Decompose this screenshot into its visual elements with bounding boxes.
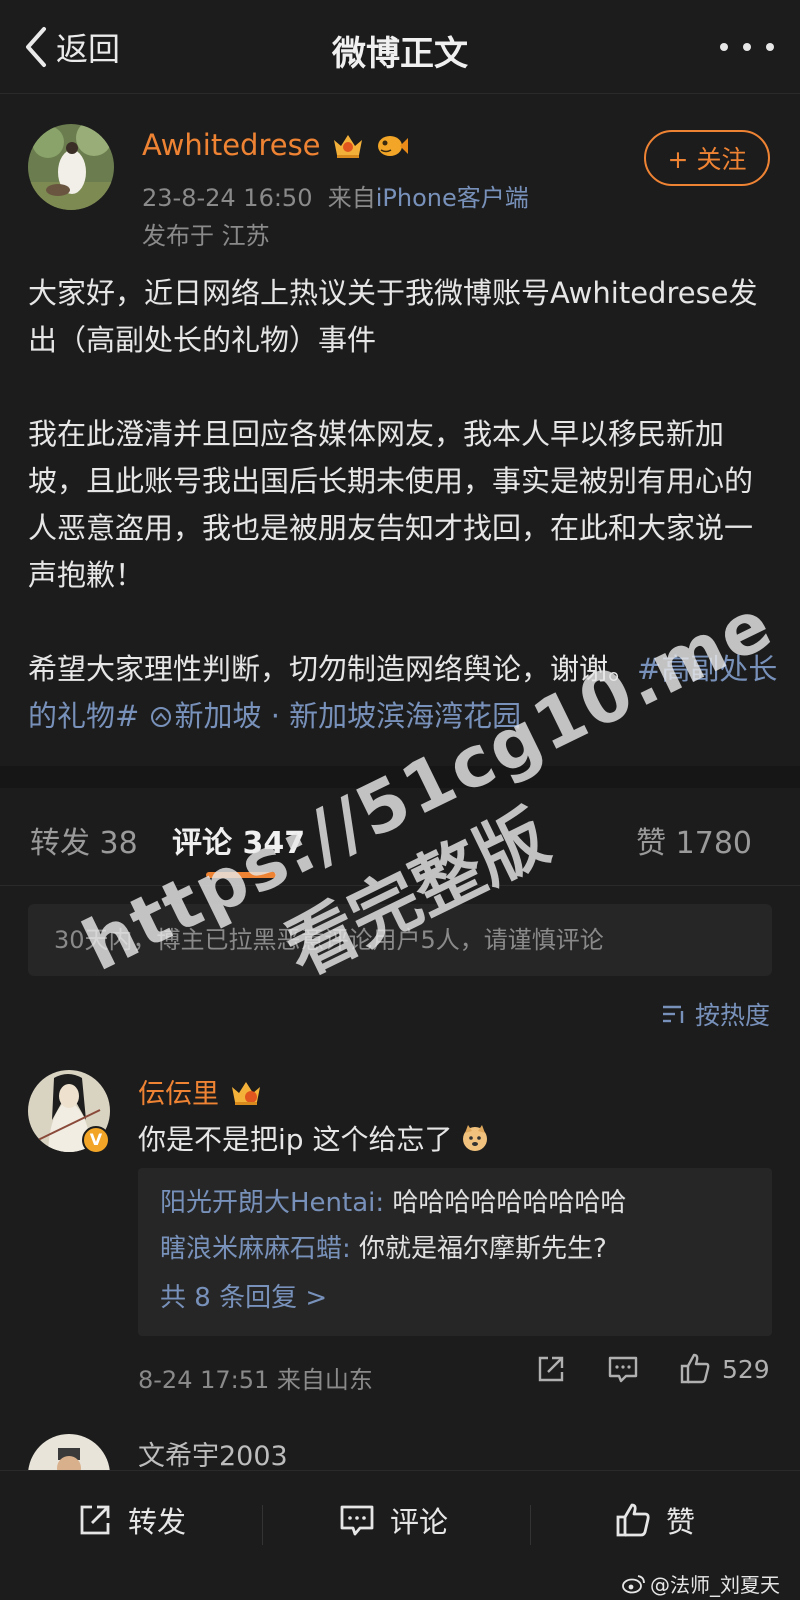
follow-button[interactable]: + 关注: [644, 130, 770, 186]
tab-repost[interactable]: 转发 38: [30, 818, 138, 862]
tab-like[interactable]: 赞 1780: [636, 818, 752, 862]
avatar-image: [28, 124, 114, 210]
doge-emoji-icon: [463, 1125, 488, 1151]
post-location: 发布于 江苏: [142, 222, 270, 250]
paragraph-text: 希望大家理性判断，切勿制造网络舆论，谢谢。: [28, 652, 638, 686]
comment-username[interactable]: 伝伝里: [138, 1072, 263, 1111]
comment-section: 30天内，博主已拉黑恶意评论用户5人，请谨慎评论 按热度 V 伝伝里 你是不是把…: [0, 886, 800, 1470]
post-paragraph: 我在此澄清并且回应各媒体网友，我本人早以移民新加坡，且此账号我出国后长期未使用，…: [28, 417, 754, 592]
sort-label: 按热度: [694, 1001, 770, 1030]
weibo-logo-icon: [622, 1574, 645, 1593]
verified-badge-icon: V: [82, 1126, 110, 1154]
fish-badge-icon: [377, 136, 408, 156]
corner-watermark-text: @法师_刘夏天: [650, 1573, 780, 1597]
post-card: Awhitedrese + 关注 23-8-24 16:50 来自iPhone客…: [0, 94, 800, 766]
repost-label: 转发: [128, 1505, 187, 1539]
dot: [743, 43, 751, 51]
comment-button[interactable]: 评论: [338, 1499, 448, 1541]
location-pin-icon: [150, 707, 171, 727]
corner-watermark: @法师_刘夏天: [622, 1569, 780, 1598]
repost-button[interactable]: 转发: [76, 1499, 186, 1541]
post-meta: 23-8-24 16:50 来自iPhone客户端: [142, 178, 529, 213]
comment-icon[interactable]: [606, 1352, 640, 1386]
crown-badge-icon: [333, 135, 362, 158]
avatar[interactable]: [28, 124, 114, 210]
comment-avatar[interactable]: [28, 1434, 110, 1470]
post-body: 大家好，近日网络上热议关于我微博账号Awhitedrese发出（高副处长的礼物）…: [28, 270, 780, 740]
comment-notice: 30天内，博主已拉黑恶意评论用户5人，请谨慎评论: [28, 904, 772, 976]
thumbs-up-icon[interactable]: [678, 1352, 712, 1386]
active-tab-indicator: [206, 872, 276, 878]
tab-comment[interactable]: 评论 347: [172, 818, 305, 862]
comment-icon: [340, 1505, 374, 1536]
post-paragraph: 大家好，近日网络上热议关于我微博账号Awhitedrese发出（高副处长的礼物）…: [28, 276, 758, 357]
comment-meta: 8-24 17:51 来自山东: [138, 1366, 373, 1394]
thumbs-up-icon: [616, 1503, 650, 1537]
comment-text: 你是不是把ip 这个给忘了: [138, 1118, 490, 1158]
sort-icon: [662, 1005, 684, 1023]
comment-username[interactable]: 文希宇2003: [138, 1434, 288, 1470]
dot: [766, 43, 774, 51]
like-label: 赞: [666, 1505, 696, 1539]
source-prefix: 来自: [327, 184, 376, 212]
page-title: 微博正文: [332, 34, 468, 74]
like-count: 529: [722, 1354, 770, 1384]
avatar-image: [28, 1434, 110, 1470]
comment-username-text: 伝伝里: [138, 1079, 219, 1110]
share-icon[interactable]: [534, 1352, 568, 1386]
comment-actions: 529: [534, 1352, 770, 1386]
post-username[interactable]: Awhitedrese: [142, 128, 409, 162]
dot: [720, 43, 728, 51]
crown-badge-icon: [232, 1081, 260, 1105]
username-text: Awhitedrese: [142, 128, 321, 162]
like-button[interactable]: 赞: [614, 1499, 695, 1541]
comment-text-body: 你是不是把ip 这个给忘了: [138, 1123, 453, 1156]
post-paragraph: 希望大家理性判断，切勿制造网络舆论，谢谢。#高副处长的礼物# 新加坡 · 新加坡…: [28, 646, 780, 740]
interaction-tabs: 转发 38 评论 347 赞 1780: [0, 788, 800, 886]
post-time: 23-8-24 16:50: [142, 184, 313, 212]
comment-label: 评论: [390, 1505, 449, 1539]
bottom-action-bar: 转发 评论 赞 @法师_刘夏天: [0, 1470, 800, 1600]
reply-username[interactable]: 阳光开朗大Hentai:: [160, 1188, 384, 1218]
share-icon: [80, 1505, 110, 1535]
reply-text: 你就是福尔摩斯先生?: [350, 1234, 607, 1264]
location-link[interactable]: 新加坡 · 新加坡滨海湾花园: [149, 699, 522, 733]
divider: [262, 1505, 263, 1545]
reply-item: 瞎浪米麻麻石蜡: 你就是福尔摩斯先生?: [160, 1226, 750, 1272]
reply-preview[interactable]: 阳光开朗大Hentai: 哈哈哈哈哈哈哈哈哈 瞎浪米麻麻石蜡: 你就是福尔摩斯先…: [138, 1168, 772, 1336]
post-source[interactable]: iPhone客户端: [376, 184, 529, 212]
sort-button[interactable]: 按热度: [661, 996, 770, 1032]
view-more-replies-link[interactable]: 共 8 条回复 >: [160, 1272, 750, 1324]
more-options-button[interactable]: [720, 30, 774, 64]
divider: [530, 1505, 531, 1545]
reply-username[interactable]: 瞎浪米麻麻石蜡:: [160, 1234, 351, 1264]
reply-item: 阳光开朗大Hentai: 哈哈哈哈哈哈哈哈哈: [160, 1180, 750, 1226]
location-text: 新加坡 · 新加坡滨海湾花园: [174, 699, 522, 733]
nav-header: 返回 微博正文: [0, 0, 800, 94]
reply-text: 哈哈哈哈哈哈哈哈哈: [384, 1188, 627, 1218]
